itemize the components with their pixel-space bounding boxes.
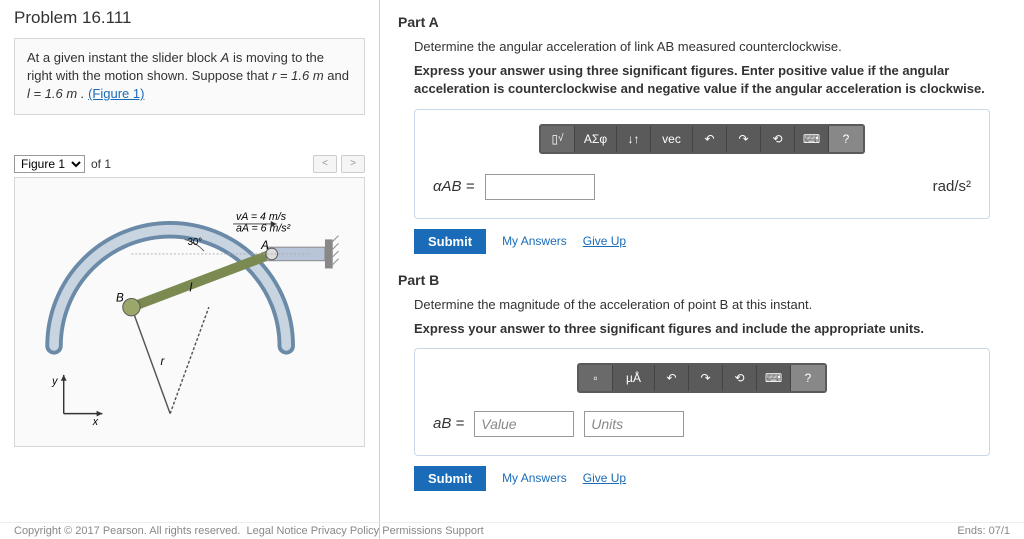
fig-angle: 30°: [188, 237, 203, 248]
reset-b-icon[interactable]: ⟲: [723, 365, 757, 391]
redo-b-icon[interactable]: ↷: [689, 365, 723, 391]
figure-select[interactable]: Figure 1: [14, 155, 85, 173]
footer-links[interactable]: Legal Notice Privacy Policy Permissions …: [247, 525, 484, 537]
fig-l: l: [190, 281, 193, 294]
help-icon[interactable]: ?: [829, 126, 863, 152]
fig-y: y: [51, 375, 58, 387]
part-b-value-input[interactable]: Value: [474, 411, 574, 437]
figure-area: vA = 4 m/s aA = 6 m/s² 30° B A l r x y: [14, 177, 365, 447]
undo-icon[interactable]: ↶: [693, 126, 727, 152]
part-b-instructions: Express your answer to three significant…: [414, 320, 990, 338]
stmt-mid2: and: [324, 68, 349, 83]
part-a-input[interactable]: [485, 174, 595, 200]
part-a-my-answers-link[interactable]: My Answers: [502, 234, 567, 248]
part-a-prompt-text: Determine the angular acceleration of li…: [414, 39, 842, 54]
part-a-give-up-link[interactable]: Give Up: [583, 234, 626, 248]
part-b-toolbar: ▫ µÅ ↶ ↷ ⟲ ⌨ ?: [577, 363, 827, 393]
part-a-prompt: Determine the angular acceleration of li…: [414, 38, 990, 56]
part-b-units-input[interactable]: Units: [584, 411, 684, 437]
stmt-pre: At a given instant the slider block: [27, 50, 221, 65]
part-b-var-label: aB =: [433, 415, 464, 432]
reset-icon[interactable]: ⟲: [761, 126, 795, 152]
part-b-my-answers-link[interactable]: My Answers: [502, 471, 567, 485]
figure-svg: vA = 4 m/s aA = 6 m/s² 30° B A l r x y: [25, 188, 354, 436]
copyright-text: Copyright © 2017 Pearson. All rights res…: [14, 525, 240, 537]
fig-va: vA = 4 m/s: [236, 211, 287, 223]
part-a-title: Part A: [398, 14, 1006, 30]
tool-units-button[interactable]: µÅ: [613, 365, 655, 391]
part-b-title: Part B: [398, 272, 1006, 288]
fig-aa: aA = 6 m/s²: [236, 222, 291, 234]
fig-x: x: [92, 416, 99, 428]
keyboard-icon[interactable]: ⌨: [795, 126, 829, 152]
part-a-submit-button[interactable]: Submit: [414, 229, 486, 254]
footer: Copyright © 2017 Pearson. All rights res…: [0, 522, 1024, 539]
redo-icon[interactable]: ↷: [727, 126, 761, 152]
part-a-unit: rad/s²: [933, 178, 971, 195]
part-b-submit-button[interactable]: Submit: [414, 466, 486, 491]
fig-r: r: [160, 355, 165, 368]
tool-root: √: [558, 133, 564, 144]
part-a-toolbar: ▯√ ΑΣφ ↓↑ vec ↶ ↷ ⟲ ⌨ ?: [539, 124, 865, 154]
help-b-icon[interactable]: ?: [791, 365, 825, 391]
tool-template-icon[interactable]: ▯√: [541, 126, 575, 152]
part-a-instructions: Express your answer using three signific…: [414, 62, 990, 98]
tool-vec-button[interactable]: vec: [651, 126, 693, 152]
tool-greek-button[interactable]: ΑΣφ: [575, 126, 617, 152]
figure-prev-button[interactable]: <: [313, 155, 337, 173]
undo-b-icon[interactable]: ↶: [655, 365, 689, 391]
ends-text: Ends: 07/1: [957, 525, 1010, 537]
part-b-answer-box: ▫ µÅ ↶ ↷ ⟲ ⌨ ? aB = Value Units: [414, 348, 990, 456]
problem-title: Problem 16.111: [14, 8, 365, 28]
part-b-prompt: Determine the magnitude of the accelerat…: [414, 296, 990, 314]
problem-statement: At a given instant the slider block A is…: [14, 38, 365, 115]
part-b-give-up-link[interactable]: Give Up: [583, 471, 626, 485]
part-a-var-label: αAB =: [433, 178, 475, 195]
figure-next-button[interactable]: >: [341, 155, 365, 173]
tool-template-b-icon[interactable]: ▫: [579, 365, 613, 391]
fig-A: A: [260, 239, 269, 252]
keyboard-b-icon[interactable]: ⌨: [757, 365, 791, 391]
stmt-l: l = 1.6 m .: [27, 86, 84, 101]
figure-of: of 1: [91, 157, 111, 171]
tool-subscript-button[interactable]: ↓↑: [617, 126, 651, 152]
stmt-r: r = 1.6 m: [272, 68, 324, 83]
fig-B: B: [116, 291, 124, 304]
figure-link[interactable]: (Figure 1): [88, 86, 144, 101]
part-a-answer-box: ▯√ ΑΣφ ↓↑ vec ↶ ↷ ⟲ ⌨ ? αAB = rad/s²: [414, 109, 990, 219]
